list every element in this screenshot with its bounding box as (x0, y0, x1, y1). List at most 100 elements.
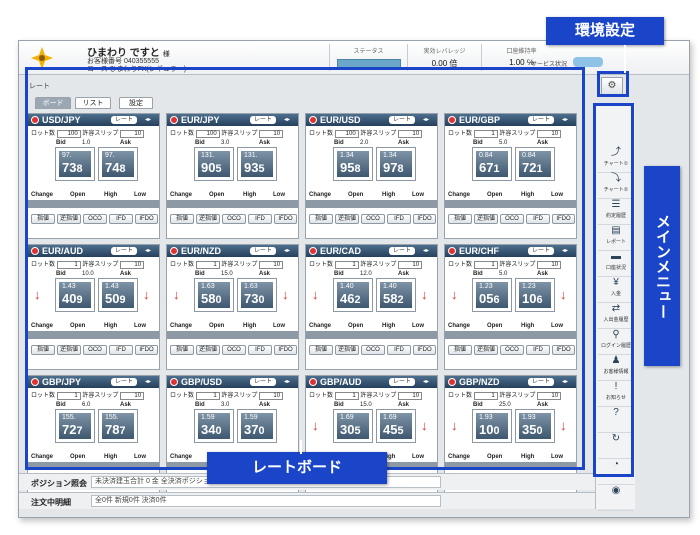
ifdo-order-button[interactable]: IFDO (135, 214, 158, 224)
settings-gear-button[interactable]: ⚙ (601, 77, 623, 95)
tab-settings[interactable]: 設定 (119, 97, 153, 109)
expand-arrows-icon[interactable]: ◂▸ (419, 378, 433, 386)
lot-input[interactable]: 1 (334, 392, 359, 400)
ifdo-order-button[interactable]: IFDO (552, 345, 575, 355)
ask-quote-button[interactable]: 1.34 978 (376, 147, 416, 181)
lot-input[interactable]: 1 (195, 261, 220, 269)
expand-arrows-icon[interactable]: ◂▸ (141, 116, 155, 124)
rate-button[interactable]: レート (528, 378, 554, 386)
rate-button[interactable]: レート (111, 116, 137, 124)
service-status-button[interactable] (573, 57, 603, 67)
rate-button[interactable]: レート (528, 116, 554, 124)
stop-order-button[interactable]: 逆指値 (335, 214, 359, 224)
bid-quote-button[interactable]: 1.59 340 (194, 409, 234, 443)
slip-input[interactable]: 10 (259, 392, 284, 400)
rate-button[interactable]: レート (250, 378, 276, 386)
ifdo-order-button[interactable]: IFDO (135, 345, 158, 355)
expand-arrows-icon[interactable]: ◂▸ (558, 378, 572, 386)
lot-input[interactable]: 1 (195, 392, 220, 400)
oco-order-button[interactable]: OCO (83, 214, 107, 224)
limit-order-button[interactable]: 指値 (448, 345, 472, 355)
rate-button[interactable]: レート (389, 116, 415, 124)
slip-input[interactable]: 10 (259, 261, 284, 269)
ifd-order-button[interactable]: IFD (526, 214, 550, 224)
lot-input[interactable]: 100 (56, 130, 81, 138)
bid-quote-button[interactable]: 1.43 409 (55, 278, 95, 312)
bid-quote-button[interactable]: 131. 905 (194, 147, 234, 181)
limit-order-button[interactable]: 指値 (448, 214, 472, 224)
lot-input[interactable]: 1 (473, 392, 498, 400)
limit-order-button[interactable]: 指値 (170, 345, 194, 355)
menu-item[interactable]: ⤴ チャート① (598, 145, 634, 173)
oco-order-button[interactable]: OCO (83, 345, 107, 355)
order-summary[interactable]: 全0件 新規0件 決済0件 (91, 495, 441, 507)
stop-order-button[interactable]: 逆指値 (57, 214, 81, 224)
oco-order-button[interactable]: OCO (361, 345, 385, 355)
lot-input[interactable]: 1 (56, 261, 81, 269)
bid-quote-button[interactable]: 1.69 305 (333, 409, 373, 443)
slip-input[interactable]: 10 (537, 392, 562, 400)
menu-item[interactable]: ↻ (598, 431, 634, 459)
menu-item[interactable]: ♟ お客様情報 (598, 353, 634, 381)
ask-quote-button[interactable]: 1.63 730 (237, 278, 277, 312)
slip-input[interactable]: 10 (398, 130, 423, 138)
bid-quote-button[interactable]: 1.63 580 (194, 278, 234, 312)
ifd-order-button[interactable]: IFD (248, 214, 272, 224)
expand-arrows-icon[interactable]: ◂▸ (558, 116, 572, 124)
ifd-order-button[interactable]: IFD (109, 345, 133, 355)
ask-quote-button[interactable]: 155. 787 (98, 409, 138, 443)
expand-arrows-icon[interactable]: ◂▸ (141, 247, 155, 255)
menu-item[interactable]: ⇄ 入出金履歴 (598, 301, 634, 329)
menu-item[interactable]: ☰ 約定履歴 (598, 197, 634, 225)
ifd-order-button[interactable]: IFD (387, 345, 411, 355)
oco-order-button[interactable]: OCO (222, 345, 246, 355)
stop-order-button[interactable]: 逆指値 (196, 345, 220, 355)
rate-button[interactable]: レート (111, 378, 137, 386)
lot-input[interactable]: 1 (334, 261, 359, 269)
ifdo-order-button[interactable]: IFDO (413, 345, 436, 355)
expand-arrows-icon[interactable]: ◂▸ (280, 247, 294, 255)
limit-order-button[interactable]: 指値 (309, 214, 333, 224)
tab-board[interactable]: ボード (35, 97, 71, 109)
menu-item[interactable]: ⤵ チャート② (598, 171, 634, 199)
rate-button[interactable]: レート (528, 247, 554, 255)
limit-order-button[interactable]: 指値 (31, 345, 55, 355)
slip-input[interactable]: 10 (537, 130, 562, 138)
ifdo-order-button[interactable]: IFDO (552, 214, 575, 224)
menu-item[interactable]: ◉ (598, 483, 634, 511)
ifdo-order-button[interactable]: IFDO (274, 214, 297, 224)
stop-order-button[interactable]: 逆指値 (335, 345, 359, 355)
expand-arrows-icon[interactable]: ◂▸ (280, 378, 294, 386)
menu-item[interactable]: ? (598, 405, 634, 433)
stop-order-button[interactable]: 逆指値 (196, 214, 220, 224)
ifdo-order-button[interactable]: IFDO (413, 214, 436, 224)
lot-input[interactable]: 100 (334, 130, 359, 138)
ask-quote-button[interactable]: 131. 935 (237, 147, 277, 181)
slip-input[interactable]: 10 (259, 130, 284, 138)
ask-quote-button[interactable]: 1.23 106 (515, 278, 555, 312)
ask-quote-button[interactable]: 1.69 455 (376, 409, 416, 443)
expand-arrows-icon[interactable]: ◂▸ (558, 247, 572, 255)
stop-order-button[interactable]: 逆指値 (474, 214, 498, 224)
bid-quote-button[interactable]: 1.23 056 (472, 278, 512, 312)
lot-input[interactable]: 100 (195, 130, 220, 138)
rate-button[interactable]: レート (389, 247, 415, 255)
menu-item[interactable]: ▤ レポート (598, 223, 634, 251)
rate-button[interactable]: レート (389, 378, 415, 386)
bid-quote-button[interactable]: 1.40 462 (333, 278, 373, 312)
menu-item[interactable]: ! お知らせ (598, 379, 634, 407)
rate-button[interactable]: レート (111, 247, 137, 255)
slip-input[interactable]: 10 (120, 261, 145, 269)
slip-input[interactable]: 10 (120, 392, 145, 400)
lot-input[interactable]: 1 (56, 392, 81, 400)
oco-order-button[interactable]: OCO (500, 345, 524, 355)
expand-arrows-icon[interactable]: ◂▸ (419, 116, 433, 124)
bid-quote-button[interactable]: 1.34 958 (333, 147, 373, 181)
slip-input[interactable]: 10 (398, 261, 423, 269)
ifd-order-button[interactable]: IFD (248, 345, 272, 355)
limit-order-button[interactable]: 指値 (170, 214, 194, 224)
menu-item[interactable]: ▬ 口座状況 (598, 249, 634, 277)
ask-quote-button[interactable]: 97. 748 (98, 147, 138, 181)
slip-input[interactable]: 10 (120, 130, 145, 138)
expand-arrows-icon[interactable]: ◂▸ (280, 116, 294, 124)
